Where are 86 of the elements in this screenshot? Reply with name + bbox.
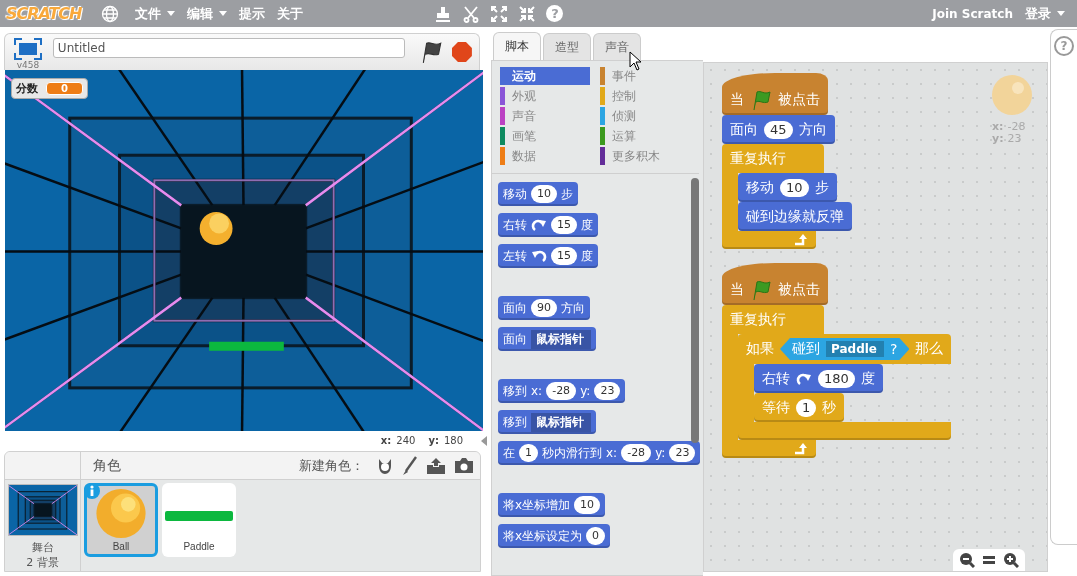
number-dropdown[interactable]: 90 <box>531 299 557 317</box>
sprite-y-value: 23 <box>1007 133 1022 145</box>
mouse-y-value: 180 <box>443 435 463 446</box>
sprite-preview <box>992 75 1032 115</box>
camera-icon[interactable] <box>454 457 474 474</box>
control-block[interactable]: 如果 碰到 Paddle ? 那么 <box>738 334 952 364</box>
code-block[interactable]: 移动 10 步 <box>738 173 837 202</box>
category-button[interactable]: 运动 <box>500 67 590 85</box>
number-input[interactable]: 180 <box>818 369 855 388</box>
code-block[interactable]: 将x坐标增加 10 <box>498 493 606 517</box>
number-input[interactable]: -28 <box>621 444 652 462</box>
number-input[interactable]: 10 <box>574 496 601 514</box>
number-input[interactable]: 15 <box>551 247 577 265</box>
scrollbar[interactable] <box>691 178 699 443</box>
backdrop-count: 2 背景 <box>26 555 59 570</box>
code-block[interactable]: 面向 45 方向 <box>722 115 835 144</box>
globe-icon[interactable] <box>101 4 120 23</box>
number-input[interactable]: 15 <box>551 216 577 234</box>
number-input[interactable]: 23 <box>669 444 696 462</box>
dropdown-menu[interactable]: 鼠标指针 <box>531 412 591 432</box>
version-label: v458 <box>16 60 40 70</box>
monitor-label: 分数 <box>16 81 38 96</box>
new-sprite-label: 新建角色： <box>299 456 364 475</box>
zoom-in-icon[interactable] <box>1003 552 1019 568</box>
stage-thumbnail[interactable] <box>7 484 78 536</box>
number-dropdown[interactable]: 45 <box>764 120 793 139</box>
ball-sprite[interactable] <box>199 211 233 245</box>
sprite-tile[interactable]: Paddle <box>162 483 236 557</box>
mouse-cursor-icon <box>629 51 643 71</box>
number-input[interactable]: 1 <box>519 444 538 462</box>
zoom-out-icon[interactable] <box>959 552 975 568</box>
rotate-clockwise-icon <box>531 218 547 232</box>
sprites-title: 角色 <box>93 456 121 475</box>
loop-arrow-icon <box>794 443 810 455</box>
loop-arrow-icon <box>794 234 810 246</box>
code-block[interactable]: 将x坐标设定为 0 <box>498 524 611 548</box>
code-block[interactable]: 碰到边缘就反弹 <box>738 202 852 231</box>
mouse-y-label: y: <box>428 435 439 446</box>
code-block[interactable]: 移到 x: -28 y: 23 <box>498 379 626 403</box>
code-block[interactable]: 右转 180 度 <box>754 364 883 393</box>
code-block[interactable]: 右转 15 度 <box>498 213 598 237</box>
stage-label: 舞台 <box>31 540 54 555</box>
code-block[interactable]: 等待 1 秒 <box>754 393 845 422</box>
grow-icon[interactable] <box>490 4 509 23</box>
dropdown-menu[interactable]: Paddle <box>826 341 884 357</box>
number-input[interactable]: 0 <box>586 527 606 545</box>
number-input[interactable]: 10 <box>531 185 557 203</box>
mouse-x-label: x: <box>380 435 392 446</box>
paintbrush-icon[interactable] <box>402 455 418 476</box>
shrink-icon[interactable] <box>518 4 537 23</box>
code-block[interactable]: 面向 90 方向 <box>498 296 590 320</box>
collapse-arrow-icon[interactable] <box>480 433 488 448</box>
number-input[interactable]: 1 <box>796 398 817 417</box>
paddle-sprite[interactable] <box>209 341 284 351</box>
tab[interactable]: 脚本 <box>493 32 541 60</box>
code-block[interactable]: 左转 15 度 <box>498 244 598 268</box>
stamp-icon[interactable] <box>434 4 453 23</box>
condition-block[interactable]: 碰到 Paddle ? <box>780 338 910 360</box>
mouse-x-value: 240 <box>396 435 416 446</box>
tab[interactable]: 声音 <box>593 33 641 60</box>
project-title-field[interactable]: Untitled <box>52 38 406 58</box>
stop-icon[interactable] <box>451 41 473 63</box>
number-input[interactable]: -28 <box>546 382 577 400</box>
scissors-icon[interactable] <box>462 4 481 23</box>
number-input[interactable]: 10 <box>780 178 809 197</box>
flag-icon <box>750 279 772 301</box>
dropdown-menu[interactable]: 鼠标指针 <box>531 329 591 349</box>
code-block[interactable]: 在 1 秒内滑行到 x: -28 y: 23 <box>498 441 701 465</box>
code-block[interactable]: 移到 鼠标指针 <box>498 410 596 434</box>
code-block[interactable]: 面向 鼠标指针 <box>498 327 596 351</box>
flag-icon <box>750 89 772 111</box>
paddle-thumbnail <box>165 511 233 521</box>
number-input[interactable]: 23 <box>594 382 621 400</box>
sprite-y-label: y: <box>992 133 1004 145</box>
info-icon[interactable] <box>84 483 100 499</box>
tab[interactable]: 造型 <box>543 33 591 60</box>
upload-icon[interactable] <box>426 456 446 475</box>
sprite-tile[interactable]: Ball <box>84 483 158 557</box>
fullscreen-icon[interactable] <box>13 38 42 60</box>
sprite-x-label: x: <box>992 121 1004 133</box>
monitor-value: 0 <box>46 82 83 95</box>
code-block[interactable]: 移动 10 步 <box>498 182 578 206</box>
rotate-counterclockwise-icon <box>531 249 547 263</box>
sprite-x-value: -28 <box>1007 121 1026 133</box>
rotate-clockwise-icon <box>796 371 812 386</box>
ball-thumbnail <box>93 488 149 539</box>
